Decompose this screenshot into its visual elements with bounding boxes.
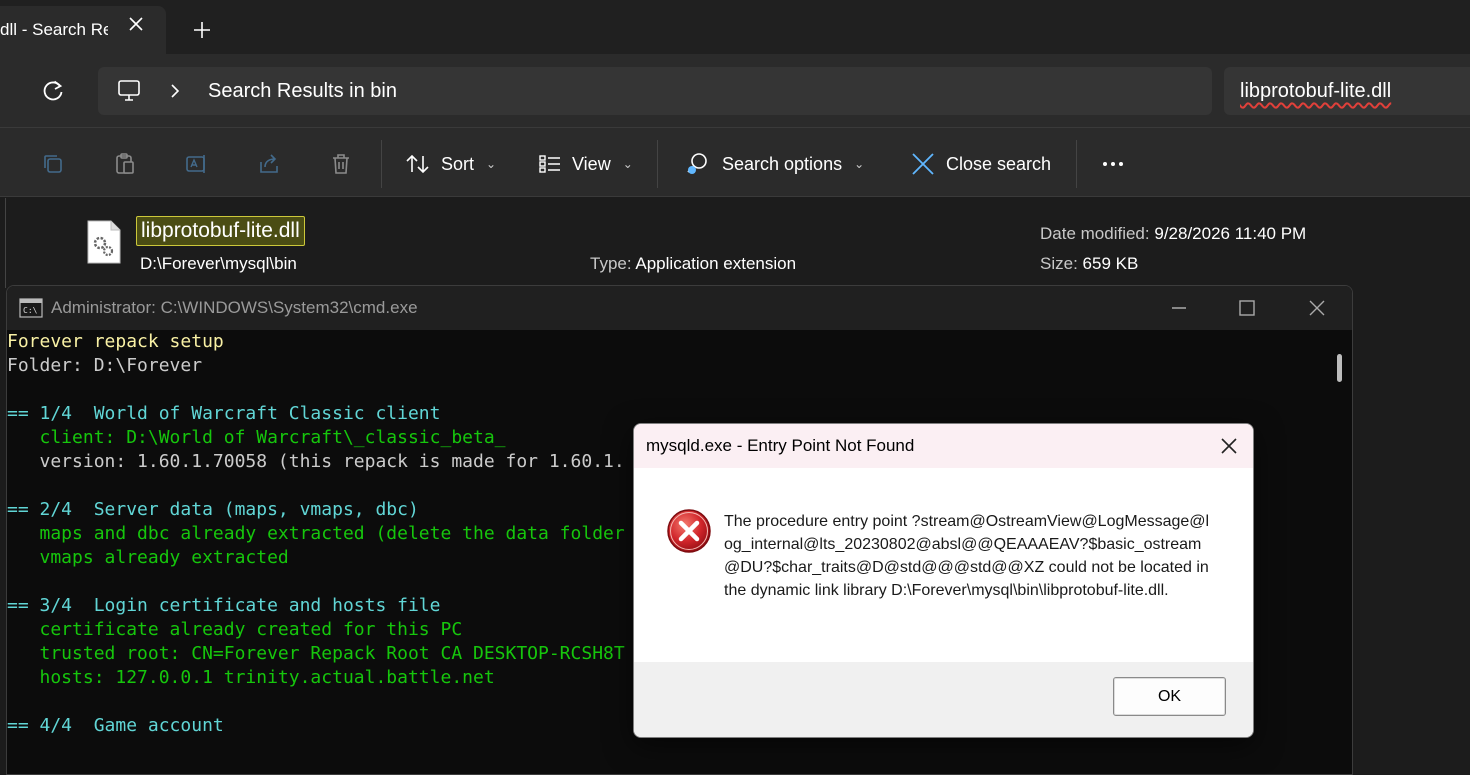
view-label: View	[572, 153, 611, 174]
dialog-footer: OK	[634, 662, 1253, 737]
cmd-title: Administrator: C:\WINDOWS\System32\cmd.e…	[51, 298, 418, 317]
dialog-body: The procedure entry point ?stream@Ostrea…	[634, 468, 1253, 662]
error-dialog[interactable]: mysqld.exe - Entry Point Not Found The p…	[633, 423, 1254, 738]
view-button[interactable]: View ⌄	[538, 150, 633, 178]
delete-icon[interactable]	[329, 152, 353, 176]
size-label: Size:	[1040, 254, 1078, 273]
close-icon[interactable]	[1219, 436, 1239, 456]
type-value: Application extension	[635, 254, 797, 273]
view-icon	[539, 155, 560, 173]
paste-icon[interactable]	[113, 152, 137, 176]
tab-title: dll - Search Re	[0, 20, 108, 39]
file-type: Type: Application extension	[590, 254, 796, 274]
tab-bar: dll - Search Re	[0, 0, 1470, 54]
command-bar: Sort ⌄ View ⌄ Search options ⌄ Close sea…	[0, 127, 1470, 197]
type-label: Type:	[590, 254, 632, 273]
dll-file-icon[interactable]	[86, 220, 122, 264]
date-value: 9/28/2026 11:40 PM	[1154, 224, 1307, 243]
file-date-modified: Date modified: 9/28/2026 11:40 PM	[1040, 224, 1306, 244]
chevron-right-icon[interactable]	[168, 82, 182, 100]
scrollbar-thumb[interactable]	[1337, 354, 1342, 382]
cmd-title-bar[interactable]: C:\ Administrator: C:\WINDOWS\System32\c…	[7, 286, 1352, 330]
toolbar-separator	[381, 140, 382, 188]
search-box[interactable]: libprotobuf-lite.dll	[1224, 67, 1470, 115]
size-value: 659 KB	[1082, 254, 1139, 273]
svg-text:C:\: C:\	[23, 306, 38, 315]
toolbar-separator	[1076, 140, 1077, 188]
close-search-label: Close search	[946, 153, 1052, 174]
search-options-icon	[687, 153, 707, 174]
search-options-button[interactable]: Search options ⌄	[684, 150, 864, 178]
maximize-icon[interactable]	[1235, 296, 1259, 320]
close-icon[interactable]	[126, 14, 146, 34]
more-icon[interactable]	[1101, 152, 1125, 176]
search-options-label: Search options	[722, 153, 843, 174]
address-bar-area: Search Results in bin libprotobuf-lite.d…	[0, 54, 1470, 127]
toolbar-separator	[657, 140, 658, 188]
file-size: Size: 659 KB	[1040, 254, 1138, 274]
minimize-icon[interactable]	[1167, 296, 1191, 320]
explorer-tab[interactable]: dll - Search Re	[0, 6, 166, 54]
dialog-title: mysqld.exe - Entry Point Not Found	[646, 436, 915, 455]
cmd-line: Folder: D:\Forever	[7, 355, 203, 376]
sort-label: Sort	[441, 153, 475, 174]
address-bar[interactable]: Search Results in bin	[98, 67, 1212, 115]
cmd-icon: C:\	[19, 298, 43, 318]
copy-icon[interactable]	[41, 152, 65, 176]
address-text[interactable]: Search Results in bin	[208, 80, 397, 103]
rename-icon[interactable]	[185, 152, 209, 176]
this-pc-icon[interactable]	[116, 78, 142, 104]
chevron-down-icon: ⌄	[486, 157, 497, 171]
chevron-down-icon: ⌄	[854, 157, 865, 171]
sort-button[interactable]: Sort ⌄	[405, 150, 496, 178]
cmd-line	[7, 378, 1327, 402]
close-icon	[912, 153, 934, 175]
close-icon[interactable]	[1305, 296, 1329, 320]
cmd-line: Forever repack setup	[7, 331, 224, 352]
file-name[interactable]: libprotobuf-lite.dll	[136, 216, 305, 246]
error-message: The procedure entry point ?stream@Ostrea…	[724, 513, 1210, 599]
refresh-icon[interactable]	[40, 78, 66, 104]
pane-divider	[5, 198, 6, 288]
sort-icon	[406, 154, 429, 174]
error-icon	[667, 509, 711, 553]
dialog-title-bar[interactable]: mysqld.exe - Entry Point Not Found	[634, 424, 1253, 468]
file-path: D:\Forever\mysql\bin	[140, 254, 297, 273]
search-input[interactable]: libprotobuf-lite.dll	[1240, 80, 1391, 103]
plus-icon[interactable]	[190, 18, 214, 42]
share-icon[interactable]	[257, 152, 281, 176]
ok-button[interactable]: OK	[1113, 677, 1226, 716]
chevron-down-icon: ⌄	[622, 157, 633, 171]
date-label: Date modified:	[1040, 224, 1150, 243]
close-search-button[interactable]: Close search	[910, 150, 1051, 178]
